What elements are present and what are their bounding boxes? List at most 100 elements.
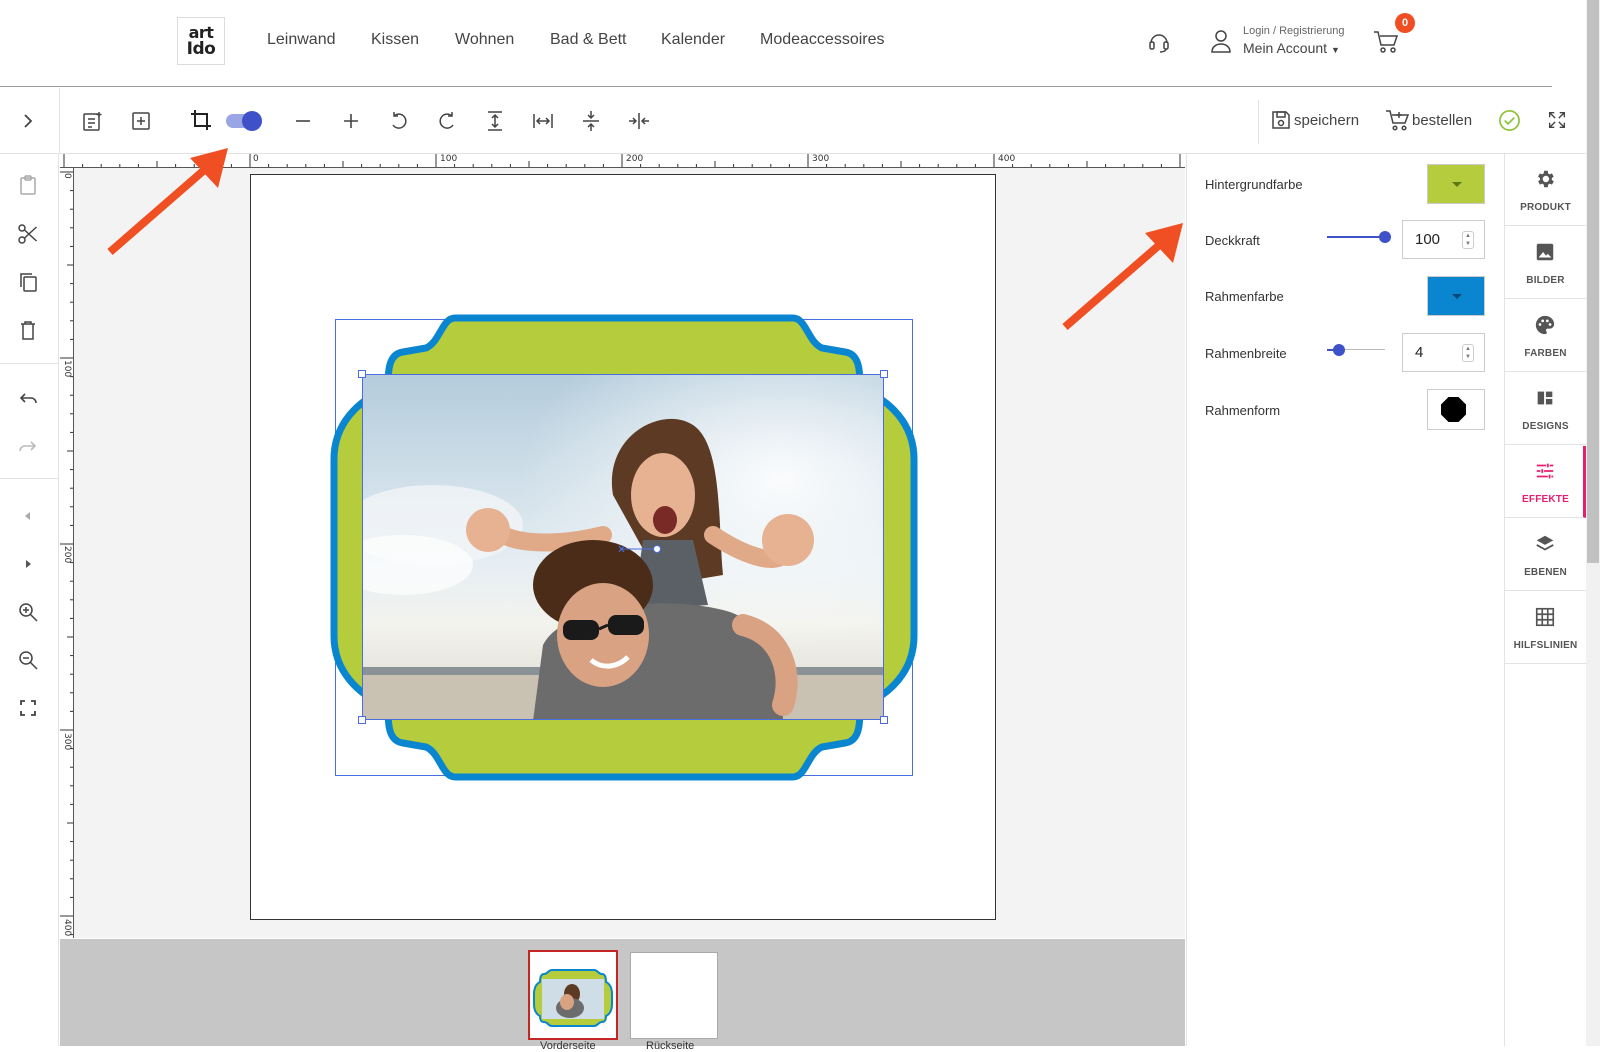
artido-logo[interactable]: art Ido xyxy=(177,17,225,65)
image-icon xyxy=(1534,241,1556,263)
nav-leinwand[interactable]: Leinwand xyxy=(267,31,336,49)
ruler-top-label: 100 xyxy=(440,154,458,164)
layers-icon xyxy=(1534,533,1556,555)
background-color-label: Hintergrundfarbe xyxy=(1205,177,1303,192)
cart-count-badge: 0 xyxy=(1395,13,1415,33)
frame-color-label: Rahmenfarbe xyxy=(1205,289,1284,304)
nav-kissen[interactable]: Kissen xyxy=(371,31,419,49)
ruler-top-label: 400 xyxy=(998,154,1016,164)
nav-bad-bett[interactable]: Bad & Bett xyxy=(550,31,627,49)
spinner-icon[interactable]: ▲ ▼ xyxy=(1462,344,1474,362)
tab-label: HILFSLINIEN xyxy=(1513,640,1578,651)
tab-ebenen[interactable]: EBENEN xyxy=(1505,519,1586,591)
login-link[interactable]: Login / Registrierung xyxy=(1243,25,1345,37)
resize-handle-top-left[interactable] xyxy=(358,370,366,378)
save-button[interactable]: speichern xyxy=(1294,112,1359,129)
zoom-in-plus-icon[interactable] xyxy=(339,109,363,133)
logo-text-bottom: Ido xyxy=(186,39,216,59)
zoom-in-icon[interactable] xyxy=(17,601,39,623)
fit-screen-icon[interactable] xyxy=(17,697,39,719)
annotation-arrow-crop xyxy=(107,148,228,256)
headset-icon[interactable] xyxy=(1147,30,1171,54)
rotate-right-icon[interactable] xyxy=(435,109,459,133)
tab-designs[interactable]: DESIGNS xyxy=(1505,373,1586,445)
frame-color-picker[interactable] xyxy=(1427,276,1485,316)
center-horizontal-icon[interactable] xyxy=(627,109,651,133)
resize-handle-bottom-left[interactable] xyxy=(358,716,366,724)
opacity-value: 100 xyxy=(1415,231,1441,248)
add-text-icon[interactable] xyxy=(80,109,104,133)
zoom-out-minus-icon[interactable] xyxy=(291,109,315,133)
opacity-input[interactable]: 100 ▲ ▼ xyxy=(1402,220,1485,259)
rotate-handle[interactable] xyxy=(618,543,662,555)
background-color-picker[interactable] xyxy=(1427,164,1485,204)
center-vertical-icon[interactable] xyxy=(579,109,603,133)
prev-arrow-icon[interactable] xyxy=(17,505,39,527)
tab-produkt[interactable]: PRODUKT xyxy=(1505,154,1586,226)
frame-width-value: 4 xyxy=(1415,344,1424,361)
paste-icon[interactable] xyxy=(17,174,39,196)
caret-down-icon xyxy=(1452,294,1462,299)
ruler-left-label: 100 xyxy=(62,360,72,378)
tab-label: EFFEKTE xyxy=(1522,494,1569,505)
ruler-left-label: 200 xyxy=(62,546,72,564)
palette-icon xyxy=(1534,314,1556,336)
next-arrow-icon[interactable] xyxy=(17,553,39,575)
ruler-left-label: 400 xyxy=(62,919,72,937)
tab-bilder[interactable]: BILDER xyxy=(1505,227,1586,299)
order-button[interactable]: bestellen xyxy=(1412,112,1472,129)
sidebar-divider xyxy=(0,478,59,479)
delete-icon[interactable] xyxy=(17,319,39,341)
redo-icon[interactable] xyxy=(17,437,39,459)
page-thumb-front[interactable] xyxy=(528,950,618,1040)
cut-icon[interactable] xyxy=(17,223,39,245)
ruler-top-label: 0 xyxy=(253,154,259,164)
frame-width-input[interactable]: 4 ▲ ▼ xyxy=(1402,333,1485,372)
page-thumb-back[interactable] xyxy=(630,952,718,1039)
caret-down-icon xyxy=(1452,182,1462,187)
tab-label: DESIGNS xyxy=(1522,421,1569,432)
check-circle-icon[interactable] xyxy=(1498,109,1521,132)
add-element-icon[interactable] xyxy=(129,109,153,133)
save-icon[interactable] xyxy=(1270,109,1292,131)
stretch-vertical-icon[interactable] xyxy=(483,109,507,133)
spinner-icon[interactable]: ▲ ▼ xyxy=(1462,231,1474,249)
stretch-horizontal-icon[interactable] xyxy=(531,109,555,133)
ruler-top-label: 300 xyxy=(812,154,830,164)
fullscreen-icon[interactable] xyxy=(1546,109,1568,131)
layout-icon xyxy=(1534,387,1556,409)
ruler-vertical: 0 100 200 300 400 xyxy=(60,168,74,938)
opacity-slider-track[interactable] xyxy=(1327,236,1385,238)
tab-farben[interactable]: FARBEN xyxy=(1505,300,1586,372)
toolbar-divider-right xyxy=(1258,100,1259,144)
tab-hilfslinien[interactable]: HILFSLINIEN xyxy=(1505,592,1586,664)
opacity-slider-knob[interactable] xyxy=(1379,231,1391,243)
cart-icon[interactable] xyxy=(1373,30,1399,54)
resize-handle-bottom-right[interactable] xyxy=(880,716,888,724)
crop-toggle-knob[interactable] xyxy=(242,111,262,131)
page-label-front: Vorderseite xyxy=(540,1040,596,1052)
nav-modeaccessoires[interactable]: Modeaccessoires xyxy=(760,31,885,49)
copy-icon[interactable] xyxy=(17,271,39,293)
tab-effekte[interactable]: EFFEKTE xyxy=(1505,446,1586,518)
resize-handle-top-right[interactable] xyxy=(880,370,888,378)
cart-order-icon[interactable] xyxy=(1385,108,1410,132)
crop-icon[interactable] xyxy=(189,108,213,132)
nav-kalender[interactable]: Kalender xyxy=(661,31,725,49)
grid-icon xyxy=(1534,606,1556,628)
rotate-left-icon[interactable] xyxy=(387,109,411,133)
tab-label: PRODUKT xyxy=(1520,202,1571,213)
frame-width-slider-knob[interactable] xyxy=(1333,344,1345,356)
octagon-shape-icon xyxy=(1441,397,1466,422)
nav-wohnen[interactable]: Wohnen xyxy=(455,31,514,49)
sidebar-divider xyxy=(0,363,59,364)
undo-icon[interactable] xyxy=(17,389,39,411)
chevron-right-icon[interactable] xyxy=(16,109,40,133)
user-icon[interactable] xyxy=(1210,29,1232,53)
opacity-label: Deckkraft xyxy=(1205,233,1260,248)
zoom-out-icon[interactable] xyxy=(17,649,39,671)
frame-width-label: Rahmenbreite xyxy=(1205,346,1287,361)
ruler-left-label: 0 xyxy=(62,173,72,179)
page-scrollbar-thumb[interactable] xyxy=(1587,0,1599,563)
account-menu[interactable]: Mein Account ▼ xyxy=(1243,40,1340,56)
